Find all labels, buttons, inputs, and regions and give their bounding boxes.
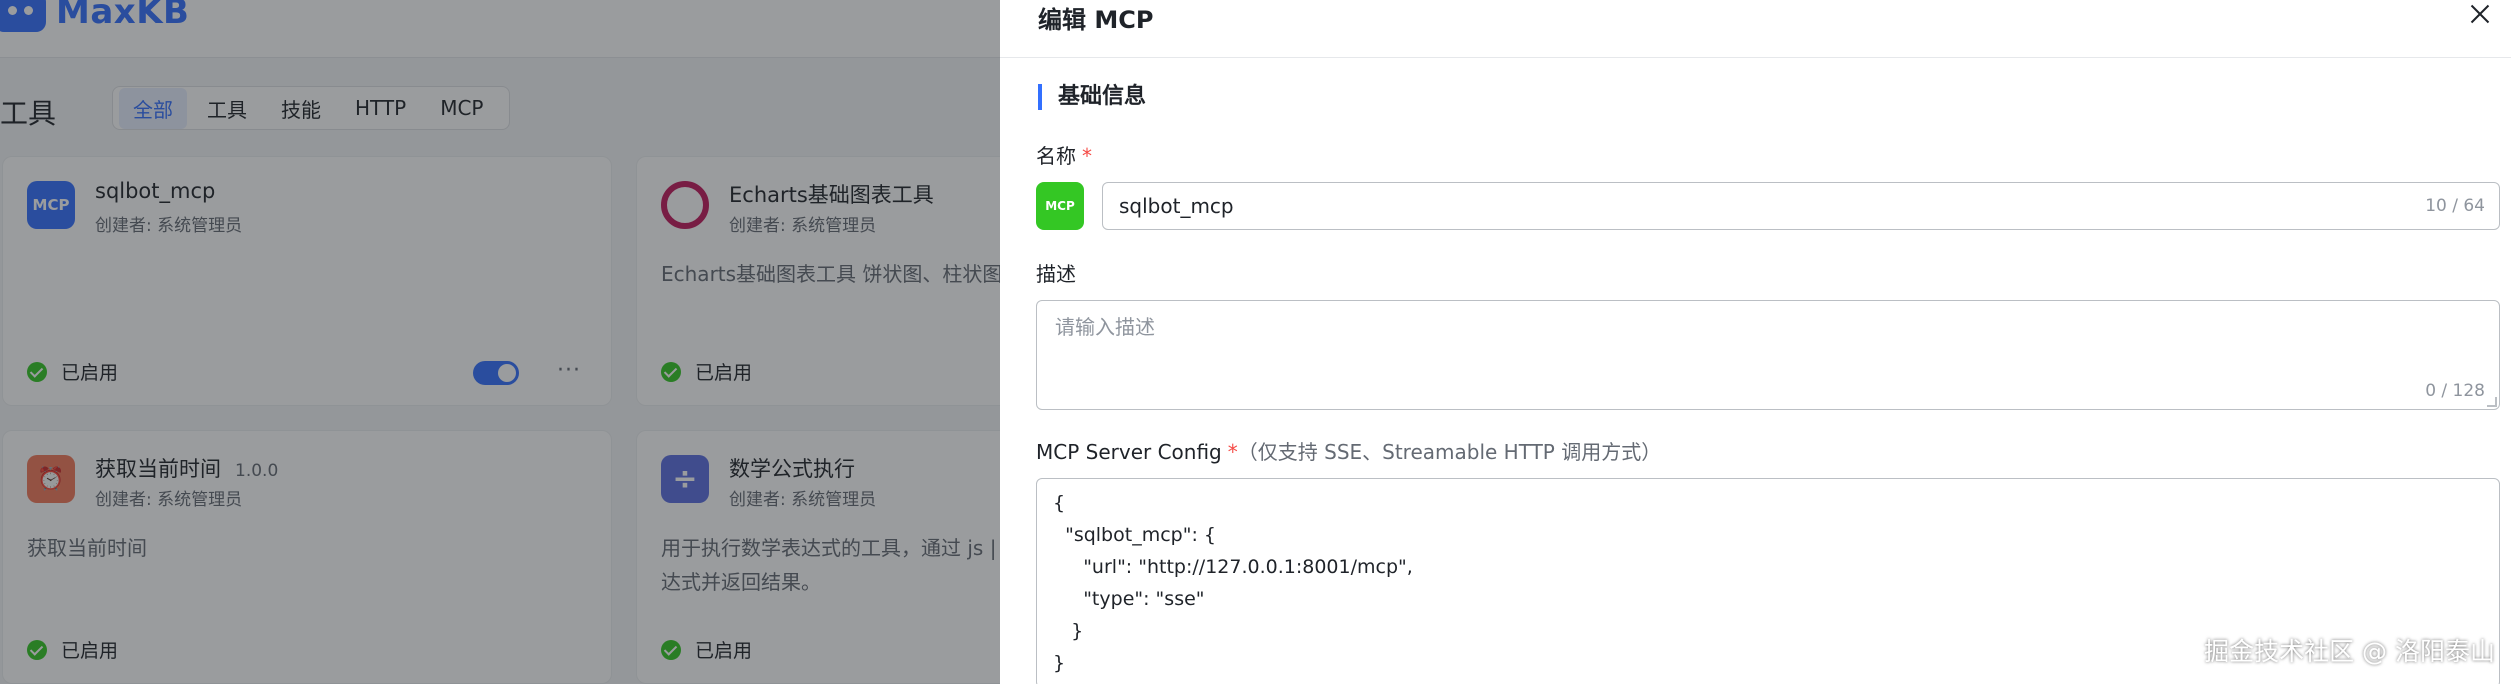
drawer-title: 编辑 MCP xyxy=(1038,6,1154,34)
config-code: { "sqlbot_mcp": { "url": "http://127.0.0… xyxy=(1053,492,1413,674)
watermark: 掘金技术社区 @ 洛阳泰山 xyxy=(2204,637,2495,666)
name-input-value: sqlbot_mcp xyxy=(1119,194,1234,218)
description-textarea[interactable]: 请输入描述 0 / 128 xyxy=(1036,300,2500,410)
description-label: 描述 xyxy=(1036,262,1076,286)
resize-handle-icon[interactable] xyxy=(2487,397,2497,407)
required-mark: * xyxy=(1227,440,1238,464)
name-input[interactable]: sqlbot_mcp 10 / 64 xyxy=(1102,182,2500,230)
description-counter: 0 / 128 xyxy=(2425,381,2485,401)
edit-mcp-drawer: 编辑 MCP 基础信息 名称 * MCP sqlbot_mcp 10 / 64 描… xyxy=(1000,0,2511,684)
name-label: 名称 * xyxy=(1036,144,1092,168)
config-hint: （仅支持 SSE、Streamable HTTP 调用方式） xyxy=(1237,440,1662,464)
drawer-header: 编辑 MCP xyxy=(1000,0,2511,58)
description-placeholder: 请输入描述 xyxy=(1055,315,1155,339)
mcp-avatar-icon[interactable]: MCP xyxy=(1036,182,1084,230)
close-icon[interactable] xyxy=(2469,3,2491,25)
section-title: 基础信息 xyxy=(1038,84,1146,110)
config-label: MCP Server Config *（仅支持 SSE、Streamable HT… xyxy=(1036,440,1662,464)
required-mark: * xyxy=(1082,144,1092,168)
name-counter: 10 / 64 xyxy=(2425,196,2485,216)
